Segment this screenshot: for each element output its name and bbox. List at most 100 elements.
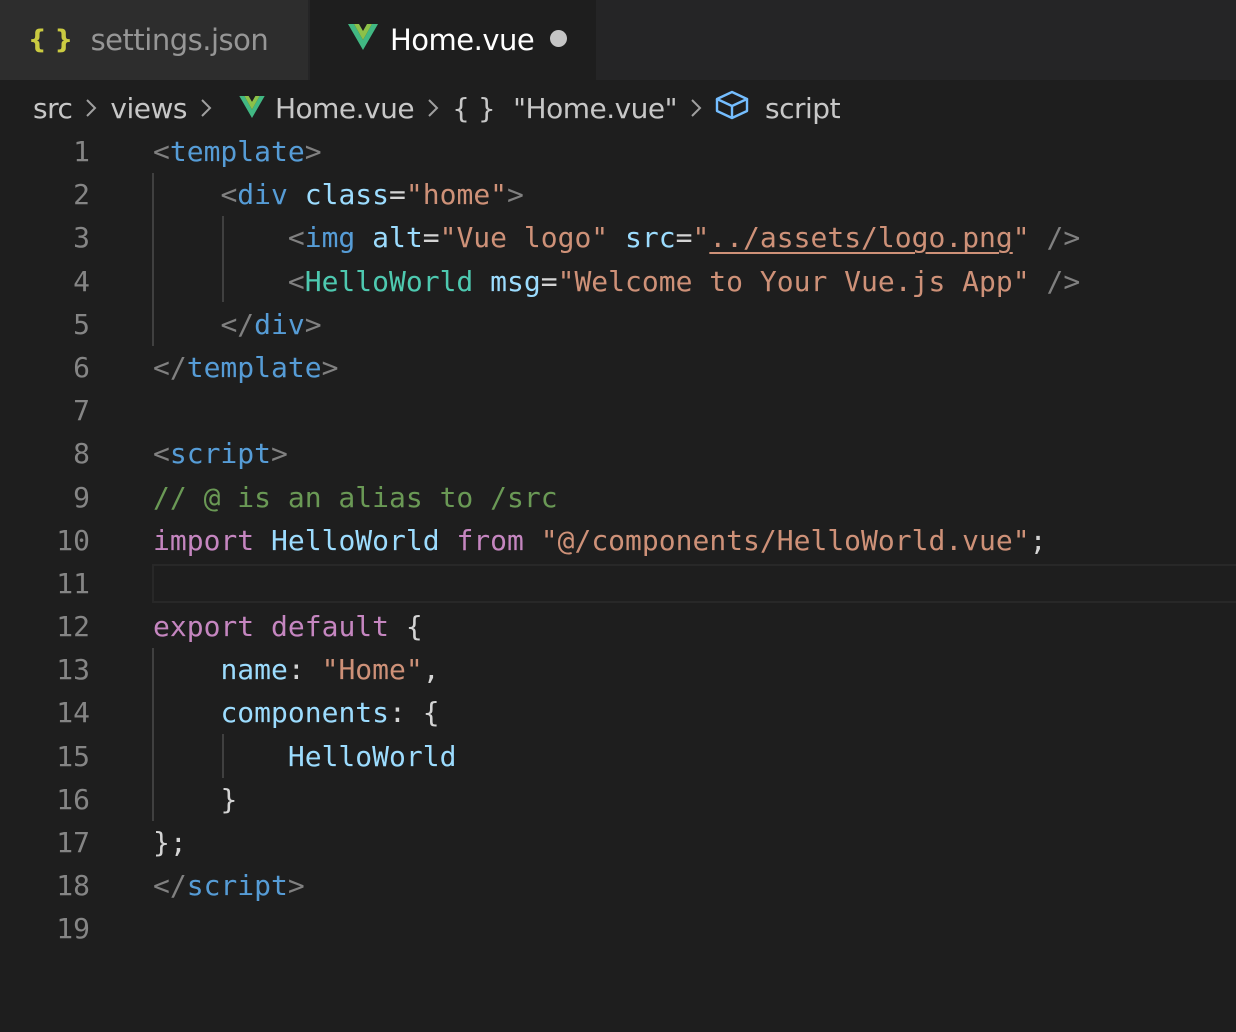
code-punctuation: < <box>287 221 305 255</box>
code-line[interactable]: 18 </script> <box>0 864 1236 907</box>
code-punctuation: < <box>287 264 305 298</box>
code-text: } <box>220 782 238 816</box>
code-line[interactable]: 7 <box>0 389 1236 432</box>
chevron-right-icon <box>201 99 212 117</box>
code-line[interactable]: 9 // @ is an alias to /src <box>0 476 1236 519</box>
code-identifier: HelloWorld <box>271 523 440 557</box>
line-code: // @ is an alias to /src <box>153 476 558 519</box>
unsaved-changes-dot-icon[interactable] <box>550 30 567 47</box>
line-code: export default { <box>153 605 423 648</box>
code-text: ; <box>1029 523 1047 557</box>
code-string: "Welcome to Your Vue.js App" <box>557 264 1030 298</box>
line-number: 8 <box>73 437 90 471</box>
code-line[interactable]: 4 <HelloWorld msg="Welcome to Your Vue.j… <box>0 260 1236 303</box>
code-line[interactable]: 19 <box>0 907 1236 950</box>
vue-logo-icon <box>239 92 265 125</box>
breadcrumb-file[interactable]: Home.vue <box>239 92 415 125</box>
line-code: <HelloWorld msg="Welcome to Your Vue.js … <box>153 260 1080 303</box>
line-number: 7 <box>73 394 90 428</box>
code-line[interactable]: 13 name: "Home", <box>0 648 1236 691</box>
line-code: } <box>153 778 237 821</box>
tab-label: Home.vue <box>390 23 535 57</box>
code-punctuation: > <box>287 869 305 903</box>
line-code: HelloWorld <box>153 735 457 778</box>
line-number: 14 <box>56 696 90 730</box>
code-tag-name: script <box>186 869 288 903</box>
code-identifier: components <box>220 696 390 730</box>
code-component-name: HelloWorld <box>304 264 474 298</box>
breadcrumb-script[interactable]: script <box>715 90 841 127</box>
code-line[interactable]: 10 import HelloWorld from "@/components/H… <box>0 519 1236 562</box>
line-number: 10 <box>56 523 90 557</box>
code-text: = <box>422 221 440 255</box>
module-braces-icon: { } <box>452 91 496 125</box>
code-line[interactable]: 8 <script> <box>0 432 1236 475</box>
code-string: "Home" <box>321 653 423 687</box>
code-line[interactable]: 16 } <box>0 778 1236 821</box>
line-code: <template> <box>153 130 322 173</box>
code-line[interactable]: 15 HelloWorld <box>0 735 1236 778</box>
breadcrumb-views[interactable]: views <box>110 92 187 125</box>
code-text: : <box>287 653 322 687</box>
code-line[interactable]: 12 export default { <box>0 605 1236 648</box>
code-line[interactable]: 2 <div class="home"> <box>0 173 1236 216</box>
code-punctuation: < <box>220 178 238 212</box>
breadcrumb-module[interactable]: { } "Home.vue" <box>452 92 677 125</box>
vue-logo-icon <box>348 23 378 57</box>
code-attribute: msg <box>490 264 541 298</box>
code-editor[interactable]: 1 <template> 2 <div class="home"> 3 <img al… <box>0 130 1236 951</box>
tab-home-vue[interactable]: Home.vue <box>310 0 596 80</box>
code-string: "Vue logo" <box>439 221 609 255</box>
code-punctuation: < <box>153 135 170 168</box>
code-comment: // @ is an alias to /src <box>153 480 558 514</box>
code-tag-name: img <box>304 221 356 255</box>
code-punctuation: > <box>321 350 339 384</box>
code-line[interactable]: 5 </div> <box>0 303 1236 346</box>
line-number: 9 <box>73 480 90 514</box>
code-link-path: ../assets/logo.png <box>709 221 1013 255</box>
code-keyword: export <box>153 610 255 644</box>
code-line[interactable]: 17}; <box>0 821 1236 864</box>
line-code: <img alt="Vue logo" src="../assets/logo.… <box>153 216 1080 259</box>
line-number: 13 <box>56 653 90 687</box>
code-identifier: HelloWorld <box>287 739 457 773</box>
code-line[interactable]: 3 <img alt="Vue logo" src="../assets/log… <box>0 216 1236 259</box>
code-tag-name: div <box>254 307 305 341</box>
tab-settings-json[interactable]: { } settings.json <box>0 0 308 80</box>
code-punctuation: > <box>304 135 322 168</box>
line-code: </div> <box>153 303 321 346</box>
line-number: 2 <box>73 178 90 212</box>
code-text: }; <box>153 826 187 859</box>
code-keyword: import <box>153 523 255 557</box>
code-line[interactable]: 1 <template> <box>0 130 1236 173</box>
chevron-right-icon <box>428 99 439 117</box>
code-line[interactable]: 11 <box>0 562 1236 605</box>
breadcrumb-src[interactable]: src <box>33 92 73 125</box>
line-code: import HelloWorld from "@/components/Hel… <box>153 519 1046 562</box>
code-line[interactable]: 6 </template> <box>0 346 1236 389</box>
line-number: 6 <box>73 350 90 384</box>
code-keyword: from <box>456 523 524 557</box>
code-text: , <box>422 653 440 687</box>
breadcrumb-script-label: script <box>765 91 841 125</box>
line-number: 1 <box>73 135 90 168</box>
code-line[interactable]: 14 components: { <box>0 691 1236 734</box>
code-text: : { <box>389 696 440 730</box>
line-number: 17 <box>56 826 90 859</box>
code-string: " <box>1012 221 1030 255</box>
code-tag-name: script <box>169 437 272 471</box>
line-code: }; <box>153 821 187 864</box>
current-line-highlight <box>152 563 1236 604</box>
code-text: = <box>540 264 558 298</box>
code-text: = <box>675 221 693 255</box>
